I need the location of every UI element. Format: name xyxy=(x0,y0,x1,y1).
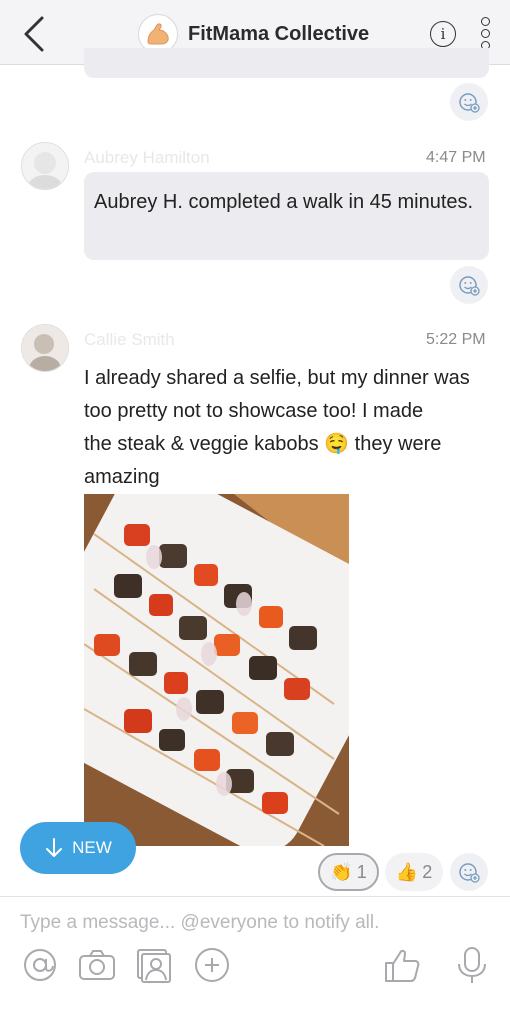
add-reaction-icon xyxy=(459,93,480,113)
add-reaction-icon xyxy=(459,276,480,296)
message-bubble: Aubrey H. completed a walk in 45 minutes… xyxy=(84,172,489,260)
kabob-photo[interactable] xyxy=(84,494,349,846)
sender-name: Aubrey Hamilton xyxy=(84,148,210,167)
info-icon: i xyxy=(440,25,446,43)
add-reaction-icon xyxy=(459,863,480,883)
info-button[interactable]: i xyxy=(430,21,456,47)
reaction-clap[interactable]: 👏 1 xyxy=(318,853,379,891)
back-arrow-icon[interactable] xyxy=(18,14,52,54)
reaction-count: 1 xyxy=(356,861,367,882)
thumbs-up-icon: 👍 xyxy=(395,861,419,882)
message-timestamp: 4:47 PM xyxy=(426,149,486,166)
message-line: too pretty not to showcase too! I made xyxy=(84,400,424,422)
new-button-label: NEW xyxy=(72,838,112,857)
message-text: I already shared a selfie, but my dinner… xyxy=(84,362,494,494)
arrow-down-icon xyxy=(46,838,63,857)
reaction-count: 2 xyxy=(422,861,433,882)
add-reaction-button[interactable] xyxy=(450,266,488,304)
add-reaction-button[interactable] xyxy=(450,83,488,121)
clap-icon: 👏 xyxy=(330,861,353,882)
drooling-face-emoji: 🤤 xyxy=(324,433,350,455)
message-input[interactable]: Type a message... @everyone to notify al… xyxy=(20,912,490,934)
add-reaction-button[interactable] xyxy=(450,853,488,891)
message-line: I already shared a selfie, but my dinner… xyxy=(84,367,470,389)
photo-gallery-icon[interactable] xyxy=(133,945,173,985)
new-messages-button[interactable]: NEW xyxy=(20,822,136,874)
previous-message-bubble xyxy=(84,48,489,78)
message-timestamp: 5:22 PM xyxy=(426,331,486,348)
add-attachment-icon[interactable] xyxy=(192,945,232,985)
sender-name: Callie Smith xyxy=(84,330,175,349)
mention-icon[interactable] xyxy=(20,945,60,985)
avatar[interactable] xyxy=(21,142,69,190)
group-title: FitMama Collective xyxy=(188,22,370,45)
message-line: the steak & veggie kabobs 🤤 they were xyxy=(84,433,442,455)
message-line: amazing xyxy=(84,466,160,488)
reaction-thumbs-up[interactable]: 👍 2 xyxy=(385,853,443,891)
microphone-icon[interactable] xyxy=(452,945,492,985)
message-composer: Type a message... @everyone to notify al… xyxy=(0,896,510,1025)
avatar[interactable] xyxy=(21,324,69,372)
thumbs-up-send-icon[interactable] xyxy=(382,945,422,985)
camera-icon[interactable] xyxy=(77,945,117,985)
flexed-arm-icon xyxy=(147,23,169,45)
